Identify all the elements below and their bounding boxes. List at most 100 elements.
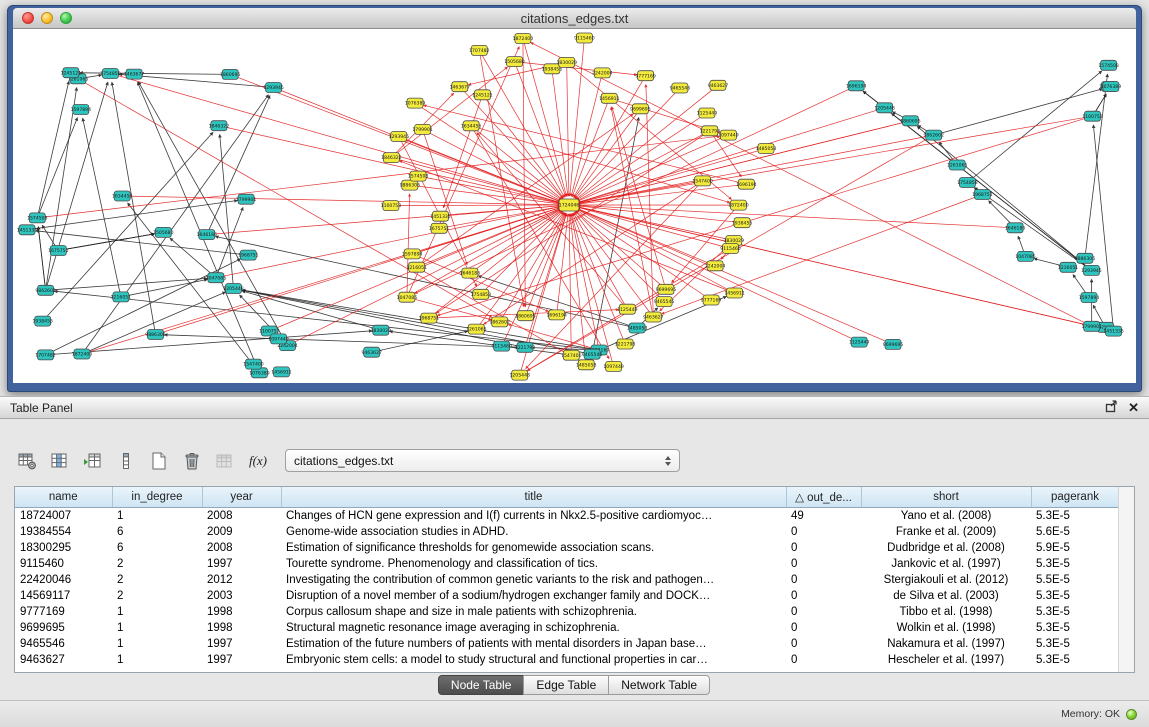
table-row[interactable]: 977716911998Corpus callosum shape and si… bbox=[15, 604, 1119, 620]
graph-node[interactable]: 1293945 bbox=[389, 132, 410, 142]
zoom-window-icon[interactable] bbox=[60, 12, 72, 24]
graph-node[interactable]: 1245121 bbox=[472, 90, 493, 100]
minimize-window-icon[interactable] bbox=[41, 12, 53, 24]
graph-node[interactable]: 1547400 bbox=[692, 176, 713, 186]
graph-node[interactable]: 1293945 bbox=[263, 83, 284, 93]
graph-edge[interactable] bbox=[58, 234, 154, 251]
graph-node[interactable]: 1724046 bbox=[559, 199, 580, 211]
graph-node[interactable]: 1574508 bbox=[27, 213, 48, 223]
graph-node[interactable]: 1754858 bbox=[957, 178, 978, 188]
column-header-title[interactable]: title bbox=[281, 487, 786, 507]
graph-node[interactable]: 1860695 bbox=[220, 69, 241, 79]
graph-edge[interactable] bbox=[578, 121, 911, 203]
new-table-icon[interactable] bbox=[146, 448, 172, 474]
graph-node[interactable]: 1707482 bbox=[35, 350, 56, 360]
graph-node[interactable]: 1799901 bbox=[412, 124, 433, 134]
graph-edge[interactable] bbox=[37, 136, 719, 218]
graph-node[interactable]: 1634456 bbox=[112, 191, 133, 201]
attribute-table[interactable]: namein_degreeyeartitle△ out_de...shortpa… bbox=[15, 487, 1120, 668]
graph-node[interactable]: 1485058 bbox=[627, 323, 648, 333]
graph-node[interactable]: 1675751 bbox=[429, 223, 450, 233]
graph-node[interactable]: 1076389 bbox=[1101, 82, 1122, 92]
graph-node[interactable]: 1205448 bbox=[509, 370, 530, 380]
delete-table-icon[interactable] bbox=[179, 448, 205, 474]
graph-edge[interactable] bbox=[967, 71, 1101, 182]
graph-edge[interactable] bbox=[575, 211, 664, 301]
graph-edge[interactable] bbox=[573, 213, 627, 309]
table-row[interactable]: 1830029562008Estimation of significance … bbox=[15, 540, 1119, 556]
graph-node[interactable]: 1799901 bbox=[236, 194, 257, 204]
vertical-scrollbar[interactable] bbox=[1118, 487, 1134, 672]
graph-node[interactable]: 1547400 bbox=[243, 359, 264, 369]
graph-node[interactable]: 1872400 bbox=[72, 349, 93, 359]
graph-edge[interactable] bbox=[37, 82, 69, 218]
graph-edge[interactable] bbox=[55, 291, 600, 350]
graph-node[interactable]: 1634456 bbox=[461, 121, 482, 131]
graph-node[interactable]: 9463627 bbox=[361, 347, 382, 357]
graph-node[interactable]: 1205448 bbox=[223, 284, 244, 294]
graph-node[interactable]: 1696194 bbox=[546, 310, 567, 320]
graph-node[interactable]: 1968751 bbox=[972, 190, 993, 200]
graph-node[interactable]: 1047085 bbox=[1015, 251, 1036, 261]
graph-node[interactable]: 1097449 bbox=[603, 361, 624, 371]
graph-edge[interactable] bbox=[577, 135, 728, 201]
table-row[interactable]: 911546021997Tourette syndrome. Phenomeno… bbox=[15, 556, 1119, 572]
column-header-name[interactable]: name bbox=[15, 487, 112, 507]
graph-node[interactable]: 1125449 bbox=[849, 337, 870, 347]
window-titlebar[interactable]: citations_edges.txt bbox=[13, 8, 1136, 29]
graph-node[interactable]: 1872400 bbox=[513, 34, 534, 44]
graph-edge[interactable] bbox=[38, 227, 45, 290]
graph-node[interactable]: 1968751 bbox=[419, 313, 440, 323]
graph-edge[interactable] bbox=[82, 95, 268, 354]
graph-node[interactable]: 1754858 bbox=[471, 289, 492, 299]
network-canvas[interactable]: 1872400193845518300299115460224200414569… bbox=[13, 29, 1136, 383]
graph-node[interactable]: 1968751 bbox=[238, 250, 259, 260]
graph-node[interactable]: 1646186 bbox=[1005, 223, 1026, 233]
graph-node[interactable]: 1205448 bbox=[874, 103, 895, 113]
graph-node[interactable]: 9699695 bbox=[656, 284, 677, 294]
graph-node[interactable]: 9862602 bbox=[489, 317, 510, 327]
table-row[interactable]: 2242004622012Investigating the contribut… bbox=[15, 572, 1119, 588]
graph-node[interactable]: 9862602 bbox=[35, 285, 56, 295]
graph-node[interactable]: 1047085 bbox=[206, 273, 227, 283]
graph-node[interactable]: 1261065 bbox=[466, 324, 487, 334]
graph-edge[interactable] bbox=[46, 331, 372, 355]
close-window-icon[interactable] bbox=[22, 12, 34, 24]
graph-node[interactable]: 1451335 bbox=[430, 211, 451, 221]
graph-edge[interactable] bbox=[216, 207, 560, 278]
graph-edge[interactable] bbox=[917, 127, 1091, 271]
graph-node[interactable]: 9115460 bbox=[574, 33, 595, 43]
graph-node[interactable]: 9886306 bbox=[400, 180, 421, 190]
graph-edge[interactable] bbox=[577, 131, 710, 201]
column-header-year[interactable]: year bbox=[202, 487, 281, 507]
graph-edge[interactable] bbox=[934, 89, 1103, 135]
graph-edge[interactable] bbox=[578, 108, 885, 203]
graph-node[interactable]: 1846322 bbox=[381, 153, 402, 163]
graph-edge[interactable] bbox=[483, 95, 564, 198]
graph-node[interactable]: 9115460 bbox=[491, 341, 512, 351]
graph-node[interactable]: 1505680 bbox=[153, 227, 174, 237]
graph-node[interactable]: 1696194 bbox=[846, 81, 867, 91]
graph-edge[interactable] bbox=[571, 73, 602, 196]
graph-edge[interactable] bbox=[391, 205, 560, 206]
graph-node[interactable]: 9777169 bbox=[635, 71, 656, 81]
graph-node[interactable]: 1216051 bbox=[1058, 262, 1079, 272]
graph-node[interactable]: 1456911 bbox=[599, 93, 620, 103]
graph-node[interactable]: 9699695 bbox=[883, 339, 904, 349]
graph-node[interactable]: 1707482 bbox=[469, 45, 490, 55]
table-mode-icon[interactable] bbox=[14, 448, 40, 474]
graph-edge[interactable] bbox=[78, 79, 492, 318]
graph-node[interactable]: 1830029 bbox=[556, 57, 577, 67]
graph-node[interactable]: 9777169 bbox=[701, 295, 722, 305]
graph-node[interactable]: 1097449 bbox=[718, 130, 739, 140]
graph-node[interactable]: 1574508 bbox=[408, 171, 429, 181]
graph-node[interactable]: 1938455 bbox=[732, 218, 753, 228]
graph-node[interactable]: 1938455 bbox=[32, 316, 53, 326]
graph-edge[interactable] bbox=[892, 113, 1092, 270]
graph-node[interactable]: 1574508 bbox=[1098, 60, 1119, 70]
graph-edge[interactable] bbox=[574, 212, 653, 317]
graph-node[interactable]: 9886306 bbox=[145, 330, 166, 340]
graph-node[interactable]: 1456911 bbox=[271, 367, 292, 377]
graph-edge[interactable] bbox=[110, 74, 560, 203]
function-builder-icon[interactable]: f(x) bbox=[245, 448, 271, 474]
